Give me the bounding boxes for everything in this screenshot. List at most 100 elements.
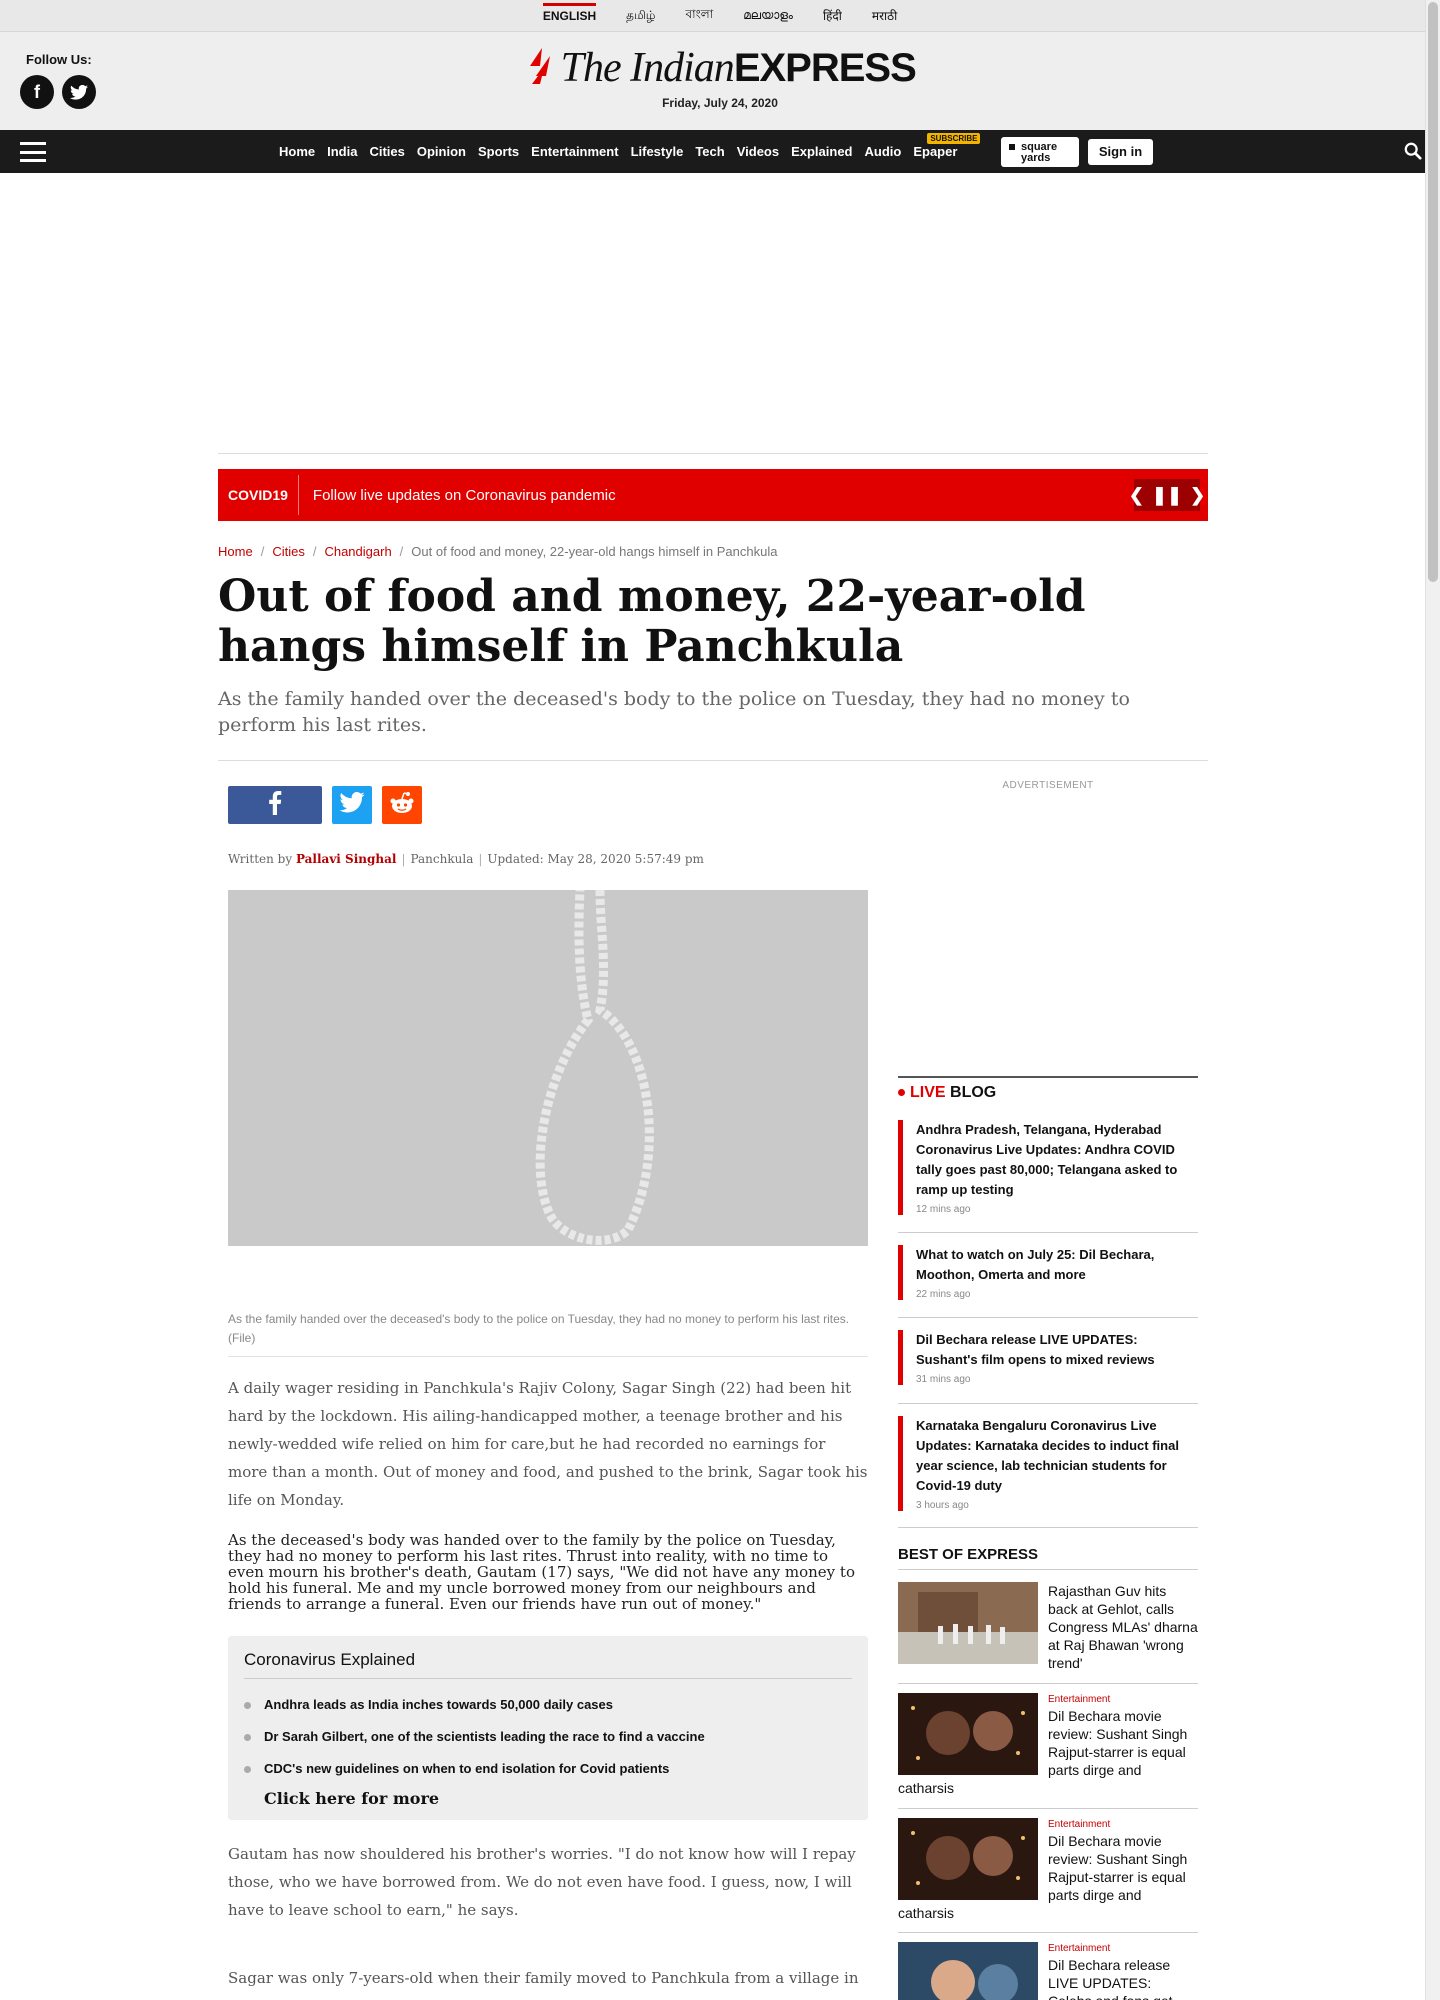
lang-english[interactable]: ENGLISH	[542, 2, 597, 23]
facebook-icon	[268, 790, 282, 820]
divider	[898, 1683, 1198, 1684]
nav-audio[interactable]: Audio	[865, 144, 902, 159]
page-scrollbar[interactable]	[1425, 0, 1440, 2000]
nav-epaper[interactable]: SUBSCRIBE Epaper	[913, 133, 981, 159]
advertisement-label: ADVERTISEMENT	[1002, 780, 1094, 791]
next-icon[interactable]: ❯	[1190, 485, 1205, 506]
story-thumbnail[interactable]	[898, 1818, 1038, 1900]
lead-image	[228, 890, 868, 1246]
explained-link[interactable]: CDC's new guidelines on when to end isol…	[244, 1753, 852, 1785]
covid-tag: COVID19	[218, 475, 299, 515]
best-of-express-header: BEST OF EXPRESS	[898, 1546, 1198, 1570]
explained-link[interactable]: Dr Sarah Gilbert, one of the scientists …	[244, 1721, 852, 1753]
sign-in-button[interactable]: Sign in	[1088, 139, 1153, 165]
reddit-icon	[388, 791, 416, 820]
divider	[898, 1403, 1198, 1404]
article-paragraph: Sagar was only 7-years-old when their fa…	[228, 1969, 859, 1987]
top-ad-slot	[0, 173, 1440, 453]
live-blog-item[interactable]: Andhra Pradesh, Telangana, Hyderabad Cor…	[898, 1120, 1198, 1215]
divider	[898, 1232, 1198, 1233]
live-label: LIVE	[910, 1084, 946, 1101]
search-icon[interactable]	[1404, 142, 1422, 165]
author-link[interactable]: Pallavi Singhal	[296, 852, 396, 866]
share-buttons	[228, 786, 422, 824]
lang-malayalam[interactable]: മലയാളം	[743, 8, 793, 23]
lang-hindi[interactable]: हिंदी	[823, 7, 842, 24]
breadcrumb-cities[interactable]: Cities	[272, 544, 305, 559]
story-thumbnail[interactable]	[898, 1693, 1038, 1775]
divider	[898, 1808, 1198, 1809]
best-of-express-item[interactable]: Entertainment Dil Bechara movie review: …	[898, 1818, 1198, 1922]
lang-bangla[interactable]: বাংলা	[685, 6, 713, 26]
nav-sports[interactable]: Sports	[478, 144, 519, 159]
live-blog-item[interactable]: Karnataka Bengaluru Coronavirus Live Upd…	[898, 1416, 1198, 1511]
scrollbar-thumb[interactable]	[1428, 2, 1438, 582]
live-blog-item[interactable]: Dil Bechara release LIVE UPDATES: Sushan…	[898, 1330, 1198, 1385]
square-yards-button[interactable]: square yards	[1001, 137, 1079, 167]
live-blog-title[interactable]: Karnataka Bengaluru Coronavirus Live Upd…	[916, 1416, 1198, 1496]
logo-the-indian: The Indian	[560, 45, 735, 91]
divider	[898, 1317, 1198, 1318]
prev-icon[interactable]: ❮	[1129, 485, 1144, 506]
twitter-icon	[339, 791, 365, 818]
article-location: Panchkula	[410, 852, 474, 866]
breadcrumb-home[interactable]: Home	[218, 544, 253, 559]
nav-home[interactable]: Home	[279, 144, 315, 159]
article-synopsis: As the family handed over the deceased's…	[218, 688, 1130, 736]
lang-tamil[interactable]: தமிழ்	[626, 8, 655, 24]
live-blog-item[interactable]: What to watch on July 25: Dil Bechara, M…	[898, 1245, 1198, 1300]
covid-ticker[interactable]: COVID19 Follow live updates on Coronavir…	[218, 469, 1208, 521]
nav-cities[interactable]: Cities	[369, 144, 404, 159]
nav-entertainment[interactable]: Entertainment	[531, 144, 618, 159]
article-paragraph: A daily wager residing in Panchkula's Ra…	[228, 1379, 868, 1509]
live-blog-title[interactable]: Dil Bechara release LIVE UPDATES: Sushan…	[916, 1330, 1198, 1370]
share-facebook-button[interactable]	[228, 786, 322, 824]
live-blog-time: 12 mins ago	[916, 1204, 971, 1215]
lang-marathi[interactable]: मराठी	[872, 7, 897, 24]
share-reddit-button[interactable]	[382, 786, 422, 824]
story-thumbnail[interactable]	[898, 1582, 1038, 1664]
byline-prefix: Written by	[228, 852, 293, 866]
best-of-express-item[interactable]: Rajasthan Guv hits back at Gehlot, calls…	[898, 1582, 1198, 1672]
live-blog-time: 3 hours ago	[916, 1500, 969, 1511]
story-thumbnail[interactable]	[898, 1942, 1038, 2000]
nav-explained[interactable]: Explained	[791, 144, 852, 159]
article-paragraph: As the deceased's body was handed over t…	[228, 1531, 855, 1613]
live-blog-title[interactable]: What to watch on July 25: Dil Bechara, M…	[916, 1245, 1198, 1285]
nav-tech[interactable]: Tech	[695, 144, 724, 159]
byline: Written by Pallavi Singhal | Panchkula | Upd…	[228, 852, 704, 866]
live-blog-title[interactable]: Andhra Pradesh, Telangana, Hyderabad Cor…	[916, 1120, 1198, 1200]
best-of-express-item[interactable]: Entertainment Dil Bechara release LIVE U…	[898, 1942, 1198, 2000]
nav-opinion[interactable]: Opinion	[417, 144, 466, 159]
article-headline: Out of food and money, 22-year-old hangs…	[218, 571, 1086, 672]
divider	[218, 453, 1208, 454]
ticker-controls[interactable]: ❮ ❚❚ ❯	[1129, 479, 1205, 511]
breadcrumb: Home / Cities / Chandigarh / Out of food and m…	[218, 544, 778, 559]
nav-epaper-label: Epaper	[913, 144, 958, 159]
nav-india[interactable]: India	[327, 144, 357, 159]
subscribe-badge[interactable]: SUBSCRIBE	[927, 133, 981, 144]
language-bar: ENGLISH தமிழ் বাংলা മലയാളം हिंदी मराठी	[0, 0, 1440, 32]
covid-ticker-text[interactable]: Follow live updates on Coronavirus pande…	[299, 487, 616, 504]
share-twitter-button[interactable]	[332, 786, 372, 824]
menu-icon[interactable]	[20, 142, 46, 162]
current-date: Friday, July 24, 2020	[662, 96, 778, 110]
nav-lifestyle[interactable]: Lifestyle	[631, 144, 684, 159]
masthead: Follow Us: f The IndianEXPRESS Friday, J…	[0, 32, 1440, 130]
image-caption: As the family handed over the deceased's…	[228, 1310, 868, 1357]
divider	[898, 1527, 1198, 1528]
breadcrumb-chandigarh[interactable]: Chandigarh	[324, 544, 391, 559]
pause-icon[interactable]: ❚❚	[1152, 485, 1182, 506]
divider	[218, 760, 1208, 761]
coronavirus-explained-box: Coronavirus Explained Andhra leads as In…	[228, 1636, 868, 1820]
live-blog-header: LIVE BLOG	[898, 1076, 1198, 1102]
explained-more-link[interactable]: Click here for more	[264, 1789, 852, 1808]
nav-videos[interactable]: Videos	[737, 144, 779, 159]
site-logo[interactable]: The IndianEXPRESS	[0, 44, 1440, 92]
explained-link[interactable]: Andhra leads as India inches towards 50,…	[244, 1689, 852, 1721]
explained-box-title: Coronavirus Explained	[244, 1650, 852, 1679]
blog-label: BLOG	[950, 1084, 997, 1101]
best-of-express-item[interactable]: Entertainment Dil Bechara movie review: …	[898, 1693, 1198, 1797]
live-blog-time: 31 mins ago	[916, 1374, 971, 1385]
logo-express: EXPRESS	[733, 46, 917, 90]
